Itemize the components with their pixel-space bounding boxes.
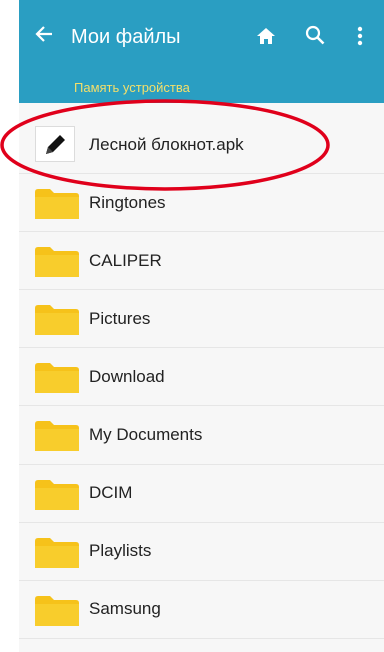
- breadcrumb[interactable]: Память устройства: [74, 80, 190, 96]
- pencil-icon: [46, 135, 65, 154]
- folder-icon: [35, 189, 79, 220]
- list-item-label: Playlists: [89, 541, 152, 561]
- back-arrow-icon[interactable]: [34, 24, 54, 44]
- list-item-label: Pictures: [89, 308, 151, 328]
- folder-icon: [35, 247, 79, 278]
- list-item-folder[interactable]: Ringtones: [19, 174, 384, 233]
- list-item-label: My Documents: [89, 425, 203, 445]
- page-title: Мои файлы: [71, 26, 181, 48]
- folder-icon: [35, 421, 79, 452]
- list-item-folder[interactable]: Playlists: [19, 523, 384, 581]
- list-item-label: CALIPER: [89, 250, 162, 270]
- folder-icon: [35, 305, 79, 336]
- list-item-apk-file[interactable]: Лесной блокнот.apk: [19, 116, 384, 175]
- folder-icon: [35, 479, 79, 510]
- folder-icon: [35, 363, 79, 394]
- folder-icon: [35, 595, 79, 626]
- home-icon[interactable]: [256, 27, 276, 45]
- list-item-folder[interactable]: CALIPER: [19, 232, 384, 291]
- list-item-folder[interactable]: DCIM: [19, 465, 384, 523]
- list-item-label: Samsung: [89, 599, 161, 619]
- list-item-folder[interactable]: Download: [19, 348, 384, 407]
- list-item-folder[interactable]: My Documents: [19, 406, 384, 465]
- list-item-folder[interactable]: Pictures: [19, 290, 384, 349]
- app-bar: Мои файлы Память устройства: [19, 0, 384, 103]
- list-item-label: Ringtones: [89, 192, 166, 212]
- list-item-label: Лесной блокнот.apk: [89, 134, 244, 154]
- search-icon[interactable]: [305, 25, 325, 45]
- file-list: Лесной блокнот.apk Ringtones CALIPER Pic…: [19, 116, 384, 639]
- folder-icon: [35, 537, 79, 568]
- more-vert-icon[interactable]: [357, 26, 363, 46]
- file-thumbnail: [35, 126, 75, 162]
- list-item-folder[interactable]: Samsung: [19, 581, 384, 639]
- list-item-label: DCIM: [89, 483, 133, 503]
- list-item-label: Download: [89, 366, 165, 386]
